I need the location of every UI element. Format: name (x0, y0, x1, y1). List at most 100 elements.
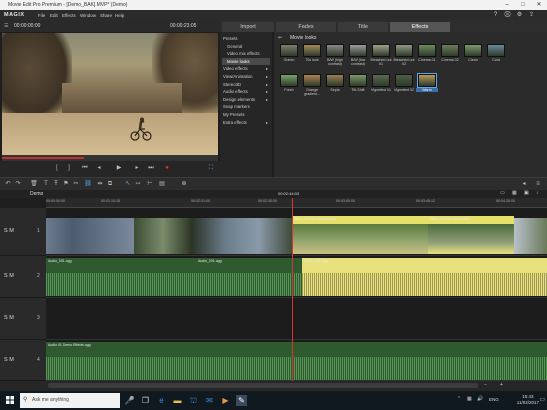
language-indicator[interactable]: ENG (489, 397, 499, 402)
category-item[interactable]: General (222, 43, 270, 50)
view-storyboard-icon[interactable]: ▦ (512, 190, 517, 196)
back-icon[interactable]: ⇐ (278, 35, 282, 41)
view-timeline-icon[interactable]: ▭ (500, 190, 505, 196)
effect-thumbnail[interactable] (280, 74, 298, 87)
category-item[interactable]: Extra effects ▸ (222, 119, 270, 126)
category-item[interactable]: Audio effects ▸ (222, 88, 270, 95)
mark-in-icon[interactable]: [ (52, 164, 62, 173)
task-view-icon[interactable]: ❐ (140, 395, 151, 406)
file-explorer-icon[interactable]: ▬ (172, 395, 183, 406)
range-icon[interactable]: ⇿ (134, 180, 142, 188)
project-tab[interactable]: Demo (30, 191, 43, 197)
network-icon[interactable]: ▦ (467, 396, 472, 402)
mixer-icon[interactable]: ≡ (534, 180, 542, 188)
effect-thumbnail[interactable] (395, 74, 413, 87)
video-clip[interactable] (192, 218, 292, 254)
storyboard-icon[interactable]: ▤ (158, 180, 166, 188)
menu-share[interactable]: Share (100, 13, 112, 18)
track-solo-mute[interactable]: S M (4, 228, 14, 234)
view-overview-icon[interactable]: ▣ (524, 190, 529, 196)
cart-icon[interactable]: ⛒ (504, 12, 511, 19)
windows-start-icon[interactable] (0, 391, 20, 410)
category-item[interactable]: Video mix effects (222, 50, 270, 57)
effect-thumbnail[interactable] (349, 74, 367, 87)
video-clip[interactable] (134, 218, 192, 254)
timeline-scrollbar[interactable]: − + (0, 381, 547, 391)
track-lane[interactable]: Audio_001.ogg Audio_001.ogg Audio_001.ogg (46, 256, 547, 298)
zoom-out-icon[interactable]: − (484, 382, 487, 388)
help-icon[interactable]: ? (492, 12, 499, 19)
trim-icon[interactable]: ⊢ (146, 180, 154, 188)
group-icon[interactable]: ⧉ (106, 180, 114, 188)
undo-icon[interactable]: ↶ (4, 180, 12, 188)
tab-effects[interactable]: Effects (390, 22, 450, 32)
fullscreen-icon[interactable]: ⛶ (206, 164, 216, 173)
step-back-icon[interactable]: ◂ (94, 164, 104, 173)
effect-thumbnail[interactable] (418, 44, 436, 57)
effect-thumbnail[interactable] (303, 74, 321, 87)
record-icon[interactable]: ● (162, 164, 172, 173)
video-clip-selected[interactable]: Rider 003.mov Kinocamera (292, 216, 428, 254)
link-icon[interactable]: ⛓ (84, 180, 92, 188)
track-header[interactable]: S M 1 (0, 208, 46, 256)
track-solo-mute[interactable]: S M (4, 315, 14, 321)
effect-thumbnail[interactable] (349, 44, 367, 57)
effect-thumbnail[interactable] (417, 73, 437, 88)
collapse-icon[interactable]: ◂ (520, 180, 528, 188)
pointer-icon[interactable]: ↖ (124, 180, 132, 188)
maximize-icon[interactable]: □ (515, 0, 531, 10)
skip-back-icon[interactable]: ⏮ (80, 164, 90, 173)
mark-out-icon[interactable]: ] (64, 164, 74, 173)
tray-chevron-icon[interactable]: ⌃ (457, 396, 461, 402)
step-forward-icon[interactable]: ▸ (132, 164, 142, 173)
category-item[interactable]: Video effects ▸ (222, 65, 270, 72)
category-item[interactable]: Snap markers (222, 103, 270, 110)
clock[interactable]: 15:43 11/02/2017 (517, 394, 539, 406)
category-item[interactable]: Movie looks (222, 57, 270, 65)
category-item[interactable]: My Presets (222, 111, 270, 118)
category-item[interactable]: View/Animation ▸ (222, 73, 270, 80)
menu-file[interactable]: File (38, 13, 45, 18)
category-item[interactable]: Presets (222, 35, 270, 42)
media-player-icon[interactable]: ▶ (220, 395, 231, 406)
audio-clip[interactable]: Audio_001.ogg (196, 258, 226, 296)
track-solo-mute[interactable]: S M (4, 357, 14, 363)
split-icon[interactable]: ⇹ (96, 180, 104, 188)
text-icon[interactable]: T (42, 180, 50, 188)
effect-thumbnail[interactable] (326, 44, 344, 57)
settings-icon[interactable]: ⚙ (516, 12, 523, 19)
music-clip[interactable]: Audio 01 Demo Effects.ogg (46, 342, 547, 380)
store-icon[interactable]: ⛫ (188, 395, 199, 406)
minimize-icon[interactable]: – (499, 0, 515, 10)
scrollbar-thumb[interactable] (48, 383, 478, 388)
view-audio-icon[interactable]: ♪ (536, 190, 539, 196)
effect-thumbnail[interactable] (372, 44, 390, 57)
upload-icon[interactable]: ⇪ (528, 12, 535, 19)
track-solo-mute[interactable]: S M (4, 273, 14, 279)
mic-icon[interactable]: 🎤 (124, 395, 135, 406)
menu-window[interactable]: Window (80, 13, 96, 18)
cut-icon[interactable]: ✂ (72, 180, 80, 188)
effect-thumbnail[interactable] (326, 74, 344, 87)
playhead[interactable] (292, 198, 293, 381)
tab-title[interactable]: Title (338, 22, 388, 32)
track-header[interactable]: S M 3 (0, 298, 46, 340)
tab-import[interactable]: Import (222, 22, 274, 32)
volume-icon[interactable]: 🔊 (477, 396, 483, 402)
category-item[interactable]: Design elements ▸ (222, 96, 270, 103)
track-lane[interactable]: Audio 01 Demo Effects.ogg (46, 340, 547, 381)
track-lane[interactable]: Rider 003.mov Kinocamera Rider 003.mov Sa… (46, 208, 547, 256)
effect-thumbnail[interactable] (441, 44, 459, 57)
redo-icon[interactable]: ↷ (14, 180, 22, 188)
title-icon[interactable]: Ŧ (52, 180, 60, 188)
tab-fades[interactable]: Fades (276, 22, 336, 32)
close-icon[interactable]: ✕ (531, 0, 547, 10)
edge-icon[interactable]: e (156, 395, 167, 406)
skip-forward-icon[interactable]: ⏭ (146, 164, 156, 173)
audio-clip[interactable] (226, 258, 302, 296)
track-lane[interactable] (46, 298, 547, 340)
effect-thumbnail[interactable] (280, 44, 298, 57)
preview-menu-icon[interactable]: ☰ (4, 23, 8, 29)
video-clip[interactable] (46, 218, 134, 254)
effect-thumbnail[interactable] (303, 44, 321, 57)
